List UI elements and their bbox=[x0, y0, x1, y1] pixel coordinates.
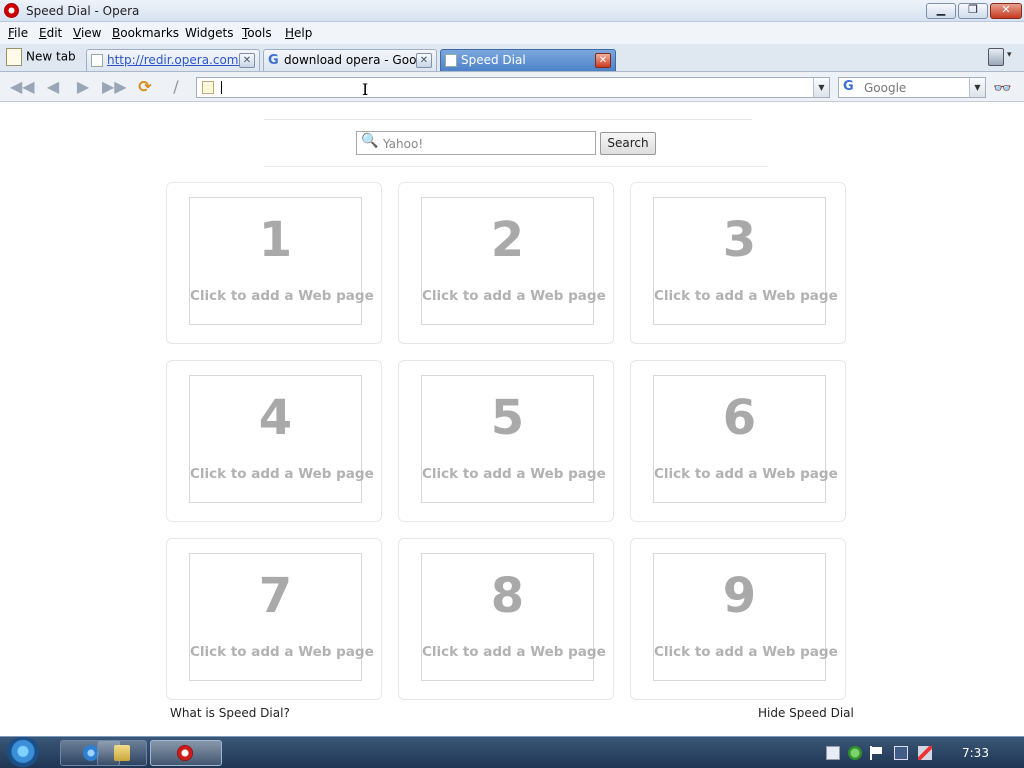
address-toolbar: ◀◀ ◀ ▶ ▶▶ ⟳ / ▼ I G Google ▼ 👓 bbox=[0, 72, 1024, 102]
speed-dial-search-input[interactable]: 🔍 Yahoo! bbox=[356, 131, 596, 155]
search-button[interactable]: Search bbox=[600, 132, 656, 155]
menu-edit[interactable]: Edit bbox=[39, 26, 62, 40]
trash-icon[interactable] bbox=[988, 48, 1004, 66]
speed-dial-thumbnail[interactable]: 6 Click to add a Web page bbox=[653, 375, 838, 503]
speed-dial-thumbnail[interactable]: 5 Click to add a Web page bbox=[421, 375, 606, 503]
speed-dial-cell-5[interactable]: 5 Click to add a Web page bbox=[398, 360, 614, 522]
ibeam-cursor-icon: I bbox=[362, 80, 369, 99]
forward-icon[interactable]: ▶ bbox=[72, 78, 94, 96]
taskbar-explorer-button[interactable] bbox=[97, 740, 147, 766]
tray-document-icon[interactable] bbox=[826, 746, 840, 760]
divider bbox=[264, 119, 752, 120]
search-engine-dropdown-icon[interactable]: ▼ bbox=[969, 78, 985, 97]
speed-dial-cell-1[interactable]: 1 Click to add a Web page bbox=[166, 182, 382, 344]
menu-bar: File Edit View Bookmarks Widgets Tools H… bbox=[0, 22, 1024, 44]
close-icon: ✕ bbox=[1001, 3, 1011, 16]
speed-dial-thumbnail[interactable]: 3 Click to add a Web page bbox=[653, 197, 838, 325]
taskbar-clock[interactable]: 7:33 bbox=[962, 746, 989, 760]
page-icon bbox=[202, 81, 214, 94]
what-is-speed-dial-link[interactable]: What is Speed Dial? bbox=[170, 706, 290, 720]
minimize-button[interactable]: ▁ bbox=[926, 3, 956, 19]
reload-icon[interactable]: ⟳ bbox=[134, 78, 156, 96]
speed-dial-cell-6[interactable]: 6 Click to add a Web page bbox=[630, 360, 846, 522]
back-icon[interactable]: ◀ bbox=[42, 78, 64, 96]
tab-speed-dial[interactable]: Speed Dial ✕ bbox=[440, 49, 616, 71]
menu-file[interactable]: File bbox=[8, 26, 28, 40]
tab-download-opera[interactable]: G download opera - Goo... ✕ bbox=[263, 49, 437, 71]
maximize-button[interactable]: ❐ bbox=[958, 3, 988, 19]
speed-dial-thumbnail[interactable]: 7 Click to add a Web page bbox=[189, 553, 374, 681]
speed-dial-thumbnail[interactable]: 2 Click to add a Web page bbox=[421, 197, 606, 325]
folder-icon bbox=[114, 745, 130, 761]
menu-help[interactable]: Help bbox=[285, 26, 312, 40]
speed-dial-page: 🔍 Yahoo! Search 1 Click to add a Web pag… bbox=[4, 103, 1022, 735]
fast-forward-icon[interactable]: ▶▶ bbox=[102, 78, 127, 96]
close-window-button[interactable]: ✕ bbox=[990, 3, 1022, 19]
page-icon bbox=[445, 54, 457, 67]
google-icon: G bbox=[843, 79, 854, 94]
restore-icon: ❐ bbox=[968, 3, 978, 16]
glasses-icon[interactable]: 👓 bbox=[993, 79, 1012, 97]
taskbar-opera-button[interactable] bbox=[150, 740, 222, 766]
opera-icon bbox=[177, 745, 193, 761]
tab-bar: New tab http://redir.opera.com... ✕ G do… bbox=[0, 44, 1024, 72]
start-button-icon[interactable] bbox=[4, 737, 42, 768]
tray-volume-muted-icon[interactable] bbox=[918, 746, 932, 760]
trash-menu-caret-icon[interactable]: ▾ bbox=[1007, 50, 1012, 60]
menu-bookmarks[interactable]: Bookmarks bbox=[112, 26, 179, 40]
opera-logo-icon bbox=[4, 3, 19, 18]
edit-site-prefs-icon[interactable]: / bbox=[165, 78, 187, 96]
close-tab-icon[interactable]: ✕ bbox=[239, 53, 255, 68]
tray-network-icon[interactable] bbox=[894, 746, 908, 760]
page-icon bbox=[91, 54, 103, 67]
close-tab-icon[interactable]: ✕ bbox=[595, 53, 611, 68]
close-tab-icon[interactable]: ✕ bbox=[416, 53, 432, 68]
search-engine-field[interactable]: G Google ▼ bbox=[838, 77, 986, 98]
speed-dial-cell-3[interactable]: 3 Click to add a Web page bbox=[630, 182, 846, 344]
address-field[interactable]: ▼ bbox=[196, 77, 830, 98]
search-icon: 🔍 bbox=[361, 133, 379, 149]
menu-view[interactable]: View bbox=[73, 26, 101, 40]
speed-dial-thumbnail[interactable]: 9 Click to add a Web page bbox=[653, 553, 838, 681]
hide-speed-dial-link[interactable]: Hide Speed Dial bbox=[758, 706, 854, 720]
speed-dial-cell-8[interactable]: 8 Click to add a Web page bbox=[398, 538, 614, 700]
text-caret bbox=[221, 81, 222, 94]
address-dropdown-icon[interactable]: ▼ bbox=[813, 78, 829, 97]
tab-redir-opera[interactable]: http://redir.opera.com... ✕ bbox=[86, 49, 260, 71]
new-tab-button[interactable]: New tab bbox=[6, 48, 76, 68]
speed-dial-cell-2[interactable]: 2 Click to add a Web page bbox=[398, 182, 614, 344]
taskbar: 7:33 bbox=[0, 736, 1024, 768]
speed-dial-cell-9[interactable]: 9 Click to add a Web page bbox=[630, 538, 846, 700]
google-icon: G bbox=[268, 53, 279, 68]
rewind-icon[interactable]: ◀◀ bbox=[10, 78, 35, 96]
menu-widgets[interactable]: Widgets bbox=[185, 26, 234, 40]
title-bar: Speed Dial - Opera ▁ ❐ ✕ bbox=[0, 0, 1024, 22]
speed-dial-thumbnail[interactable]: 8 Click to add a Web page bbox=[421, 553, 606, 681]
menu-tools[interactable]: Tools bbox=[242, 26, 272, 40]
divider bbox=[264, 166, 768, 167]
speed-dial-thumbnail[interactable]: 1 Click to add a Web page bbox=[189, 197, 374, 325]
new-page-icon bbox=[6, 48, 22, 66]
minimize-icon: ▁ bbox=[936, 3, 946, 16]
window-title: Speed Dial - Opera bbox=[26, 4, 140, 18]
speed-dial-thumbnail[interactable]: 4 Click to add a Web page bbox=[189, 375, 374, 503]
tray-flag-icon[interactable] bbox=[870, 746, 884, 760]
tray-security-icon[interactable] bbox=[848, 746, 862, 760]
speed-dial-cell-7[interactable]: 7 Click to add a Web page bbox=[166, 538, 382, 700]
speed-dial-cell-4[interactable]: 4 Click to add a Web page bbox=[166, 360, 382, 522]
